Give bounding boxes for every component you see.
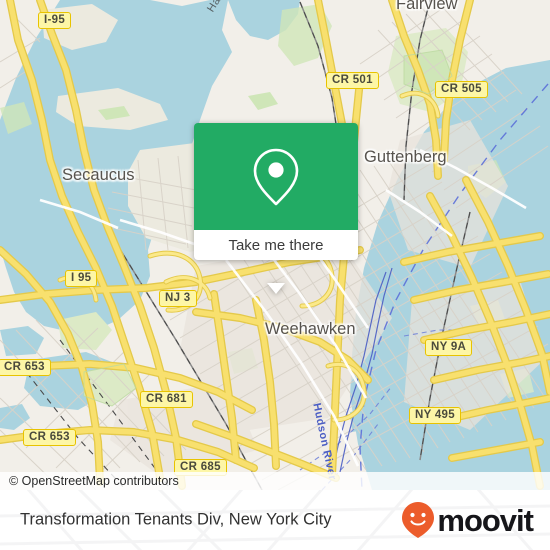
take-me-there-label: Take me there bbox=[228, 236, 324, 254]
map-popup-card[interactable]: Take me there bbox=[194, 123, 358, 294]
road-shield-ny-9a: NY 9A bbox=[425, 339, 473, 356]
road-shield-ny-495: NY 495 bbox=[409, 407, 461, 424]
road-shield-i-95-north: I-95 bbox=[38, 12, 72, 29]
road-shield-cr-505: CR 505 bbox=[435, 81, 488, 98]
road-shield-cr-653-lower: CR 653 bbox=[23, 429, 76, 446]
road-shield-i-95: I 95 bbox=[65, 270, 98, 287]
moovit-smiley-pin-icon bbox=[402, 502, 435, 538]
footer-bar: Transformation Tenants Div, New York Cit… bbox=[0, 490, 550, 550]
road-shield-cr-681: CR 681 bbox=[140, 391, 193, 408]
moovit-logo[interactable]: moovit bbox=[401, 501, 534, 539]
moovit-wordmark: moovit bbox=[437, 502, 534, 538]
map-canvas[interactable]: Fairview Secaucus Guttenberg Weehawken H… bbox=[0, 0, 550, 490]
road-shield-nj-3: NJ 3 bbox=[159, 290, 197, 307]
moovit-map-screenshot: Fairview Secaucus Guttenberg Weehawken H… bbox=[0, 0, 550, 550]
road-shield-cr-501: CR 501 bbox=[326, 72, 379, 89]
take-me-there-button[interactable]: Take me there bbox=[194, 230, 358, 260]
place-label-secaucus: Secaucus bbox=[62, 166, 135, 184]
map-pin-icon bbox=[253, 148, 299, 205]
map-attribution-bar: © OpenStreetMap contributors bbox=[0, 472, 550, 490]
page-title: Transformation Tenants Div, New York Cit… bbox=[20, 510, 332, 529]
road-shield-cr-653-upper: CR 653 bbox=[0, 359, 51, 376]
attribution-text: © OpenStreetMap contributors bbox=[9, 474, 179, 488]
place-label-fairview: Fairview bbox=[396, 0, 458, 13]
popup-tail bbox=[267, 283, 285, 294]
place-label-guttenberg: Guttenberg bbox=[364, 148, 447, 166]
place-label-weehawken: Weehawken bbox=[265, 320, 356, 338]
popup-green-panel bbox=[194, 123, 358, 230]
